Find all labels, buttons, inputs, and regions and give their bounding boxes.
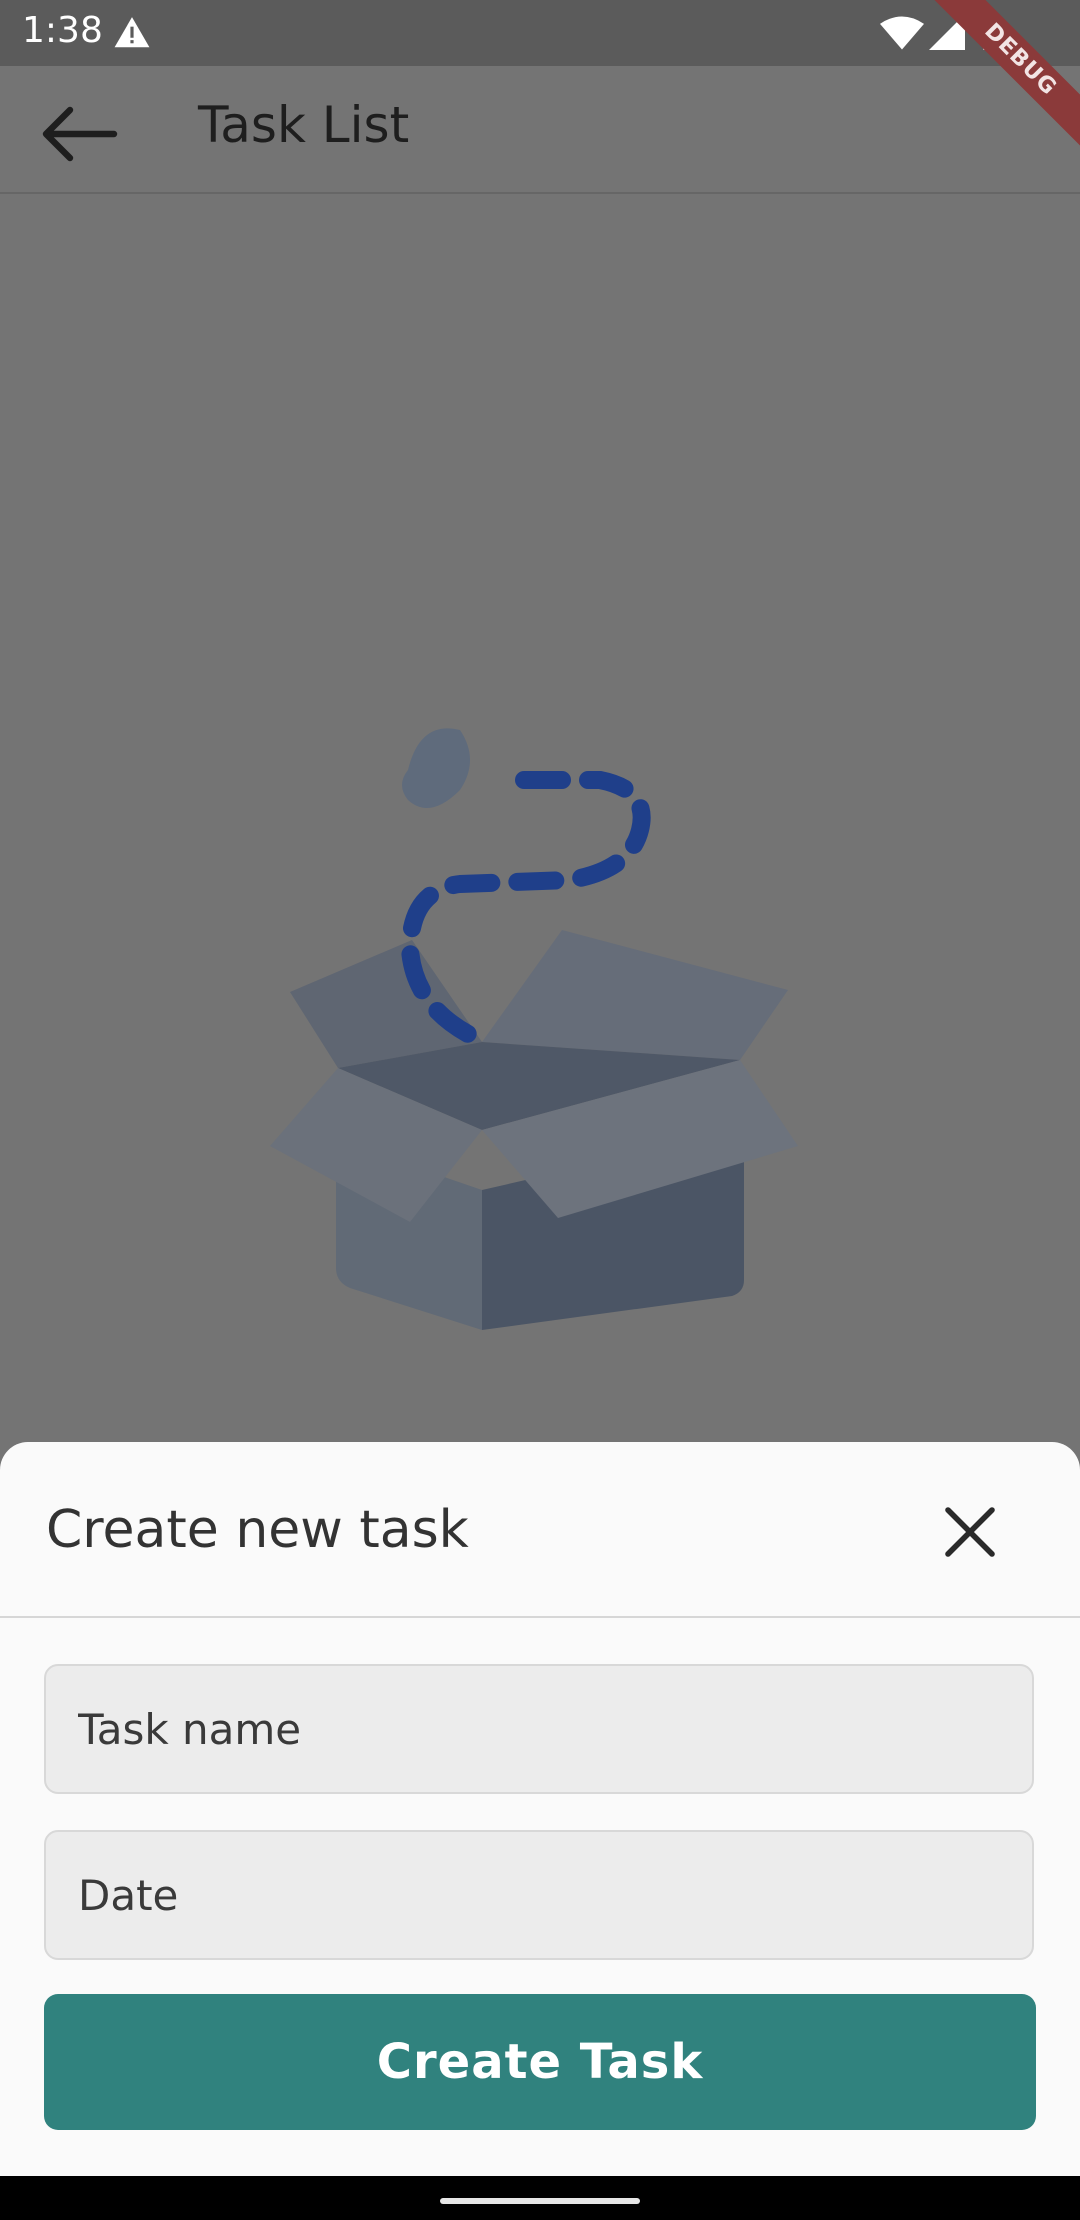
create-task-button[interactable]: Create Task [44,1994,1036,2130]
app-bar: Task List [0,66,1080,194]
arrow-left-icon[interactable] [38,104,118,164]
sheet-divider [0,1616,1080,1618]
create-task-sheet: Create new task Create Task [0,1442,1080,2176]
task-name-field[interactable] [44,1664,1034,1794]
date-input[interactable] [46,1832,1032,1958]
close-icon[interactable] [940,1502,1000,1562]
warning-icon [114,17,150,48]
wifi-icon [880,16,924,50]
open-box-with-dashed-path-icon [270,728,798,1330]
status-time: 1:38 [22,10,103,51]
date-field[interactable] [44,1830,1034,1960]
task-name-input[interactable] [46,1666,1032,1792]
sheet-title: Create new task [46,1500,469,1560]
system-nav-bar [0,2176,1080,2220]
page-title: Task List [198,96,410,154]
home-indicator[interactable] [440,2198,640,2204]
status-bar: 1:38 [0,0,1080,66]
